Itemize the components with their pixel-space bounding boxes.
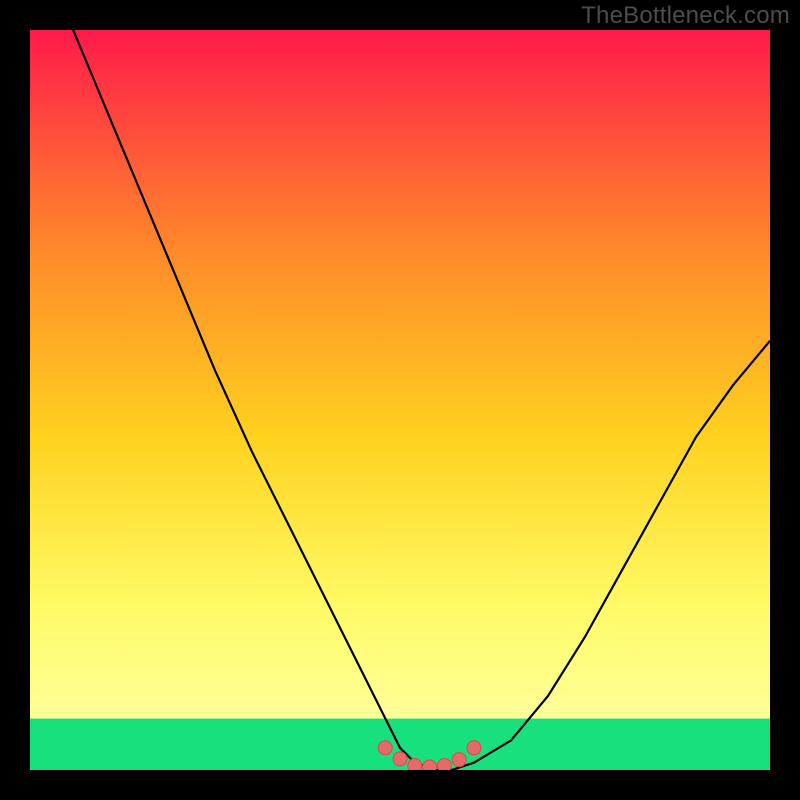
marker-point — [452, 753, 466, 767]
marker-point — [408, 759, 422, 770]
gradient-background — [30, 30, 770, 770]
marker-point — [437, 759, 451, 770]
marker-point — [423, 760, 437, 770]
watermark-text: TheBottleneck.com — [581, 2, 790, 30]
chart-frame: TheBottleneck.com — [0, 0, 800, 800]
marker-point — [378, 741, 392, 755]
marker-point — [393, 752, 407, 766]
marker-point — [467, 741, 481, 755]
bottleneck-chart — [30, 30, 770, 770]
plot-area — [30, 30, 770, 770]
